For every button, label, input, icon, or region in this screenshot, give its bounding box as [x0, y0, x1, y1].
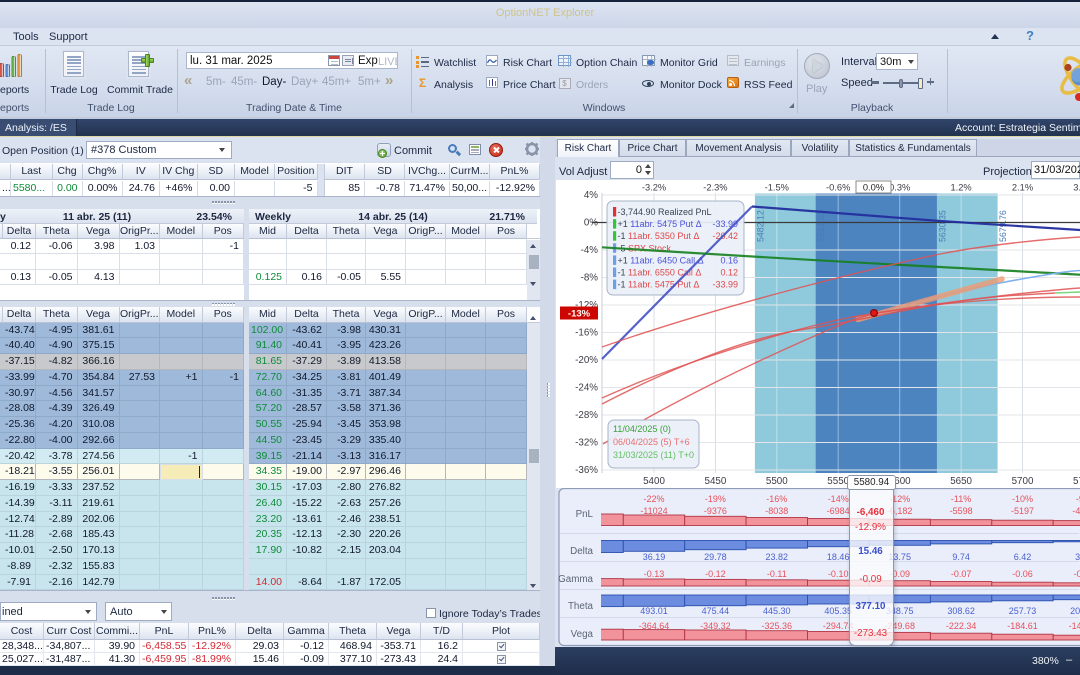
- svg-text:475.44: 475.44: [702, 606, 730, 616]
- svg-text:-0.12: -0.12: [705, 569, 726, 579]
- svg-text:-0.05: -0.05: [1074, 569, 1080, 579]
- svg-text:-0.11: -0.11: [767, 569, 787, 579]
- svg-text:-0.6%: -0.6%: [826, 183, 850, 193]
- svg-text:23.82: 23.82: [766, 552, 789, 562]
- svg-text:-184.61: -184.61: [1007, 621, 1038, 631]
- svg-text:5650: 5650: [950, 476, 972, 487]
- svg-text:+1 11abr. 5475 Put Δ: +1 11abr. 5475 Put Δ: [618, 219, 702, 229]
- svg-text:257.73: 257.73: [1009, 606, 1037, 616]
- svg-text:-2.3%: -2.3%: [703, 183, 727, 193]
- svg-text:5531.53: 5531.53: [816, 210, 826, 242]
- svg-text:Vega: Vega: [571, 629, 594, 640]
- svg-text:-8%: -8%: [581, 273, 599, 284]
- svg-text:Gamma: Gamma: [558, 574, 593, 585]
- svg-text:5400: 5400: [643, 476, 665, 487]
- svg-text:493.01: 493.01: [640, 606, 668, 616]
- svg-text:445.30: 445.30: [763, 606, 791, 616]
- svg-text:1.2%: 1.2%: [950, 183, 971, 193]
- svg-text:-1 11abr. 5350 Put Δ: -1 11abr. 5350 Put Δ: [618, 231, 700, 241]
- svg-text:Theta: Theta: [568, 601, 594, 612]
- svg-text:6.42: 6.42: [1014, 552, 1032, 562]
- svg-text:5630.35: 5630.35: [937, 210, 947, 242]
- svg-text:-349.32: -349.32: [700, 621, 731, 631]
- svg-text:11/04/2025 (0): 11/04/2025 (0): [613, 424, 671, 434]
- svg-text:-3,744.90 Realized PnL: -3,744.90 Realized PnL: [618, 207, 712, 217]
- svg-text:-11024: -11024: [640, 506, 667, 516]
- svg-text:-146.71: -146.71: [1069, 621, 1080, 631]
- svg-text:-222.34: -222.34: [946, 621, 977, 631]
- svg-text:PnL: PnL: [576, 509, 594, 520]
- svg-text:-9%: -9%: [1076, 494, 1080, 504]
- svg-text:-0.06: -0.06: [1012, 569, 1033, 579]
- svg-text:-11%: -11%: [951, 494, 971, 504]
- svg-text:0.12: 0.12: [720, 268, 738, 278]
- svg-text:-19%: -19%: [705, 494, 726, 504]
- svg-text:0.3%: 0.3%: [889, 183, 910, 193]
- svg-text:-13%: -13%: [568, 309, 591, 320]
- svg-text:29.78: 29.78: [704, 552, 727, 562]
- svg-text:308.62: 308.62: [947, 606, 975, 616]
- svg-text:4%: 4%: [584, 190, 598, 201]
- svg-text:-32%: -32%: [575, 438, 598, 449]
- svg-text:-3.2%: -3.2%: [642, 183, 666, 193]
- svg-text:405.35: 405.35: [824, 606, 852, 616]
- svg-text:-20%: -20%: [575, 355, 598, 366]
- svg-text:-14%: -14%: [828, 494, 849, 504]
- svg-text:5450: 5450: [705, 476, 727, 487]
- svg-text:5482.12: 5482.12: [755, 210, 765, 242]
- svg-text:-10%: -10%: [1012, 494, 1033, 504]
- svg-text:2.1%: 2.1%: [1012, 183, 1033, 193]
- svg-text:06/04/2025 (5) T+6: 06/04/2025 (5) T+6: [613, 437, 690, 447]
- svg-text:-1.5%: -1.5%: [765, 183, 789, 193]
- svg-text:+1 11abr. 6450 Call Δ: +1 11abr. 6450 Call Δ: [618, 255, 704, 265]
- svg-text:-24%: -24%: [575, 383, 598, 394]
- svg-text:-5598: -5598: [950, 506, 973, 516]
- svg-text:-6984: -6984: [827, 506, 850, 516]
- svg-text:-36%: -36%: [575, 465, 598, 476]
- svg-text:-0.07: -0.07: [951, 569, 972, 579]
- svg-text:-5197: -5197: [1011, 506, 1034, 516]
- svg-text:0%: 0%: [584, 218, 598, 229]
- svg-text:-1 11abr. 6550 Call Δ: -1 11abr. 6550 Call Δ: [618, 268, 702, 278]
- svg-text:3.0%: 3.0%: [1073, 183, 1080, 193]
- svg-text:-0.13: -0.13: [644, 569, 665, 579]
- svg-text:5700: 5700: [1012, 476, 1034, 487]
- svg-text:5750: 5750: [1073, 476, 1080, 487]
- svg-text:Delta: Delta: [570, 546, 593, 557]
- svg-text:3.61: 3.61: [1075, 552, 1080, 562]
- svg-text:36.19: 36.19: [643, 552, 666, 562]
- svg-text:5500: 5500: [766, 476, 788, 487]
- svg-text:0.16: 0.16: [720, 255, 738, 265]
- svg-text:-9376: -9376: [704, 506, 727, 516]
- svg-text:-33.99: -33.99: [712, 280, 738, 290]
- svg-text:-4818: -4818: [1072, 506, 1080, 516]
- svg-text:-4%: -4%: [581, 245, 599, 256]
- svg-text:-16%: -16%: [575, 328, 598, 339]
- svg-text:-28%: -28%: [575, 410, 598, 421]
- svg-text:-325.36: -325.36: [762, 621, 793, 631]
- svg-text:-8038: -8038: [765, 506, 788, 516]
- svg-text:31/03/2025 (11) T+0: 31/03/2025 (11) T+0: [613, 450, 694, 460]
- svg-text:208.81: 208.81: [1070, 606, 1080, 616]
- svg-text:9.74: 9.74: [952, 552, 970, 562]
- svg-text:-16%: -16%: [766, 494, 787, 504]
- svg-text:-1 11abr. 5475 Put Δ: -1 11abr. 5475 Put Δ: [618, 280, 700, 290]
- svg-text:-22%: -22%: [643, 494, 664, 504]
- svg-text:0.0%: 0.0%: [863, 183, 884, 193]
- svg-text:18.46: 18.46: [827, 552, 850, 562]
- svg-text:-0.10: -0.10: [828, 569, 849, 579]
